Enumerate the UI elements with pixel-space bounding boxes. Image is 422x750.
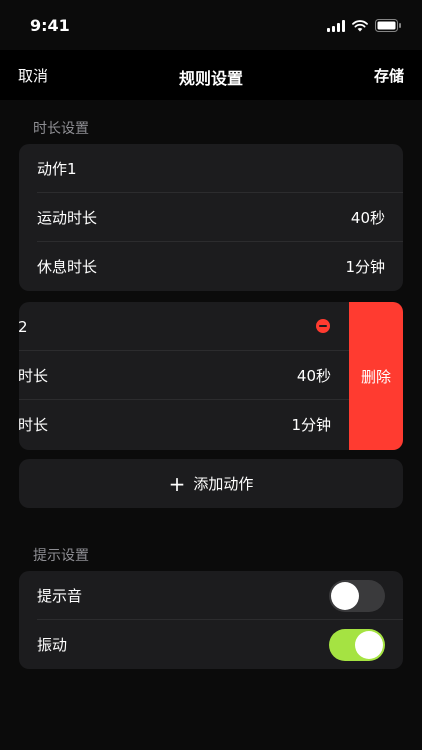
plus-icon: + [168, 471, 186, 496]
action1-card: 动作1 运动时长 40秒 休息时长 1分钟 [19, 144, 403, 291]
rest-duration-label: 休息时长 [37, 258, 98, 276]
action2-card: 2 时长 40秒 时长 1分钟 [19, 302, 350, 450]
action2-exercise-row[interactable]: 时长 40秒 [19, 351, 350, 400]
sound-label: 提示音 [37, 587, 83, 605]
action1-exercise-row[interactable]: 运动时长 40秒 [19, 193, 403, 242]
rest-duration-value: 1分钟 [291, 416, 331, 434]
wifi-icon [352, 17, 368, 36]
toggle-knob [331, 582, 359, 610]
exercise-duration-value: 40秒 [350, 209, 385, 227]
vibration-toggle[interactable] [329, 629, 385, 661]
delete-button[interactable]: 删除 [349, 302, 403, 450]
exercise-duration-label: 运动时长 [37, 209, 98, 227]
action1-name: 动作1 [37, 160, 77, 178]
action2-name: 2 [19, 317, 28, 336]
remove-action-icon[interactable] [316, 319, 330, 333]
battery-icon [375, 17, 402, 36]
hint-section-title: 提示设置 [33, 548, 89, 564]
status-time: 9:41 [30, 16, 70, 35]
action2-rest-row[interactable]: 时长 1分钟 [19, 400, 350, 449]
add-action-button[interactable]: + 添加动作 [19, 459, 403, 508]
rest-duration-value: 1分钟 [345, 258, 385, 276]
sound-toggle[interactable] [329, 580, 385, 612]
action1-rest-row[interactable]: 休息时长 1分钟 [19, 242, 403, 291]
hint-settings-card: 提示音 振动 [19, 571, 403, 669]
page-title: 规则设置 [178, 69, 243, 88]
toggle-knob [355, 631, 383, 659]
status-icons [327, 17, 402, 36]
action2-header-row: 2 [19, 302, 350, 351]
rest-duration-label: 时长 [19, 416, 49, 434]
action1-header-row: 动作1 [19, 144, 403, 193]
action2-swipe-card[interactable]: 2 时长 40秒 时长 1分钟 删除 [19, 302, 403, 450]
add-action-label: 添加动作 [193, 475, 254, 493]
status-bar: 9:41 [0, 0, 422, 50]
vibration-label: 振动 [37, 636, 68, 654]
save-button[interactable]: 存储 [374, 65, 404, 86]
sound-row: 提示音 [19, 571, 403, 620]
exercise-duration-value: 40秒 [296, 367, 331, 385]
exercise-duration-label: 时长 [19, 367, 49, 385]
nav-bar: 取消 规则设置 存储 [0, 50, 422, 100]
duration-section-title: 时长设置 [33, 121, 89, 137]
vibration-row: 振动 [19, 620, 403, 669]
signal-icon [327, 17, 345, 36]
